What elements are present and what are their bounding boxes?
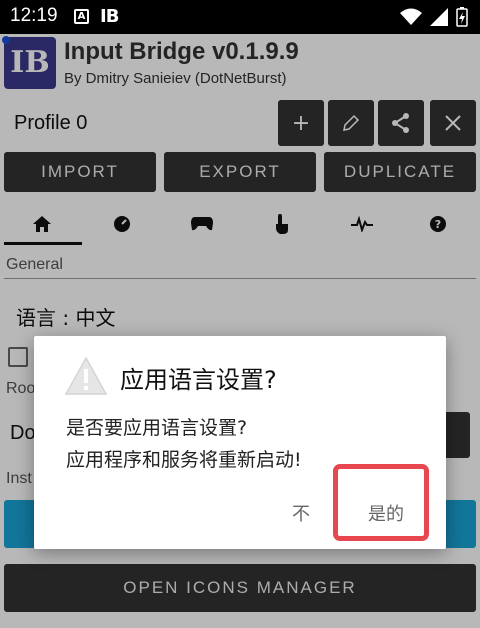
signal-icon (430, 8, 448, 26)
status-time: 12:19 (10, 5, 58, 26)
status-bar: 12:19 A IB (0, 0, 480, 34)
wifi-icon (400, 8, 422, 25)
dialog-message: 是否要应用语言设置? 应用程序和服务将重新启动! (66, 417, 302, 471)
warning-icon (64, 356, 108, 395)
dialog-title: 应用语言设置? (120, 366, 277, 394)
status-icons (400, 7, 468, 27)
highlight-box (333, 464, 429, 541)
notification-ib-icon: IB (100, 6, 119, 27)
notification-a-icon: A (74, 9, 89, 24)
battery-charging-icon (456, 7, 468, 27)
dialog-no-button[interactable]: 不 (292, 500, 310, 526)
